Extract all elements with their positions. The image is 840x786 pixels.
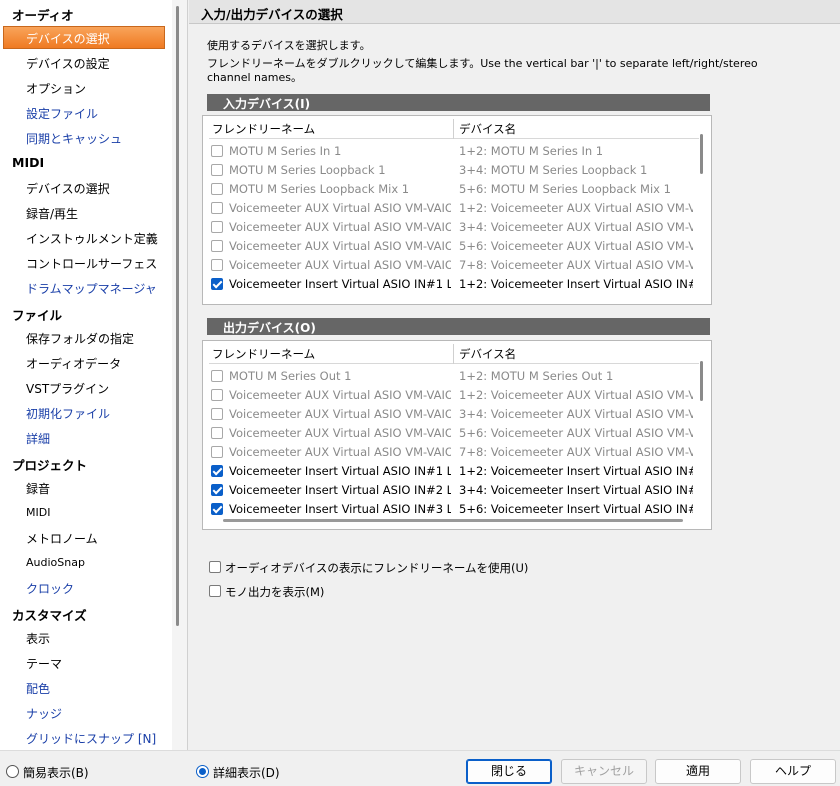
device-checkbox[interactable] xyxy=(211,465,223,477)
simple-view-radio[interactable] xyxy=(6,765,19,778)
device-checkbox[interactable] xyxy=(211,183,223,195)
output-device-row[interactable]: Voicemeeter AUX Virtual ASIO VM-VAIO 5 5+… xyxy=(209,424,693,443)
sidebar-category-project[interactable]: プロジェクト xyxy=(12,455,87,474)
output-device-row[interactable]: MOTU M Series Out 1 1+2: MOTU M Series Ou… xyxy=(209,367,689,386)
description-line-3: channel names。 xyxy=(207,71,302,84)
output-list-vscrollbar[interactable] xyxy=(700,361,703,401)
sidebar-item-snap-to-grid[interactable]: グリッドにスナップ [N] xyxy=(26,730,156,747)
output-device-row[interactable]: Voicemeeter AUX Virtual ASIO VM-VAIO 7 7+… xyxy=(209,443,693,462)
output-device-row[interactable]: Voicemeeter AUX Virtual ASIO VM-VAIO 3 3+… xyxy=(209,405,693,424)
sidebar-item-metronome[interactable]: メトロノーム xyxy=(26,530,98,547)
device-checkbox[interactable] xyxy=(211,259,223,271)
use-friendly-names-label[interactable]: オーディオデバイスの表示にフレンドリーネームを使用(U) xyxy=(225,560,528,576)
output-list-hscrollbar[interactable] xyxy=(223,519,683,522)
close-button[interactable]: 閉じる xyxy=(466,759,552,784)
output-device-row[interactable]: Voicemeeter Insert Virtual ASIO IN#1 Lef… xyxy=(209,462,693,481)
sidebar-item-nudge[interactable]: ナッジ xyxy=(26,705,62,722)
output-devices-header: 出力デバイス(O) xyxy=(207,318,710,335)
device-checkbox[interactable] xyxy=(211,145,223,157)
input-device-row[interactable]: Voicemeeter AUX Virtual ASIO VM-VAIO 3 3+… xyxy=(209,218,693,237)
input-list-header: フレンドリーネーム デバイス名 xyxy=(209,119,699,139)
input-device-row[interactable]: MOTU M Series Loopback 1 3+4: MOTU M Seri… xyxy=(209,161,689,180)
apply-button[interactable]: 適用 xyxy=(655,759,741,784)
input-col-friendly-name[interactable]: フレンドリーネーム xyxy=(212,121,315,137)
main-panel: 入力/出力デバイスの選択 使用するデバイスを選択します。 フレンドリーネームをダ… xyxy=(189,0,840,750)
output-device-row[interactable]: Voicemeeter Insert Virtual ASIO IN#2 Lef… xyxy=(209,481,693,500)
input-device-row[interactable]: MOTU M Series In 1 1+2: MOTU M Series In … xyxy=(209,142,689,161)
sidebar-item-record[interactable]: 録音 xyxy=(26,480,50,497)
show-mono-outputs-checkbox[interactable] xyxy=(209,585,221,597)
device-checkbox[interactable] xyxy=(211,164,223,176)
sidebar-category-midi[interactable]: MIDI xyxy=(12,155,44,170)
use-friendly-names-checkbox[interactable] xyxy=(209,561,221,573)
sidebar-item-midi-record-playback[interactable]: 録音/再生 xyxy=(26,205,78,222)
device-checkbox[interactable] xyxy=(211,427,223,439)
sidebar-item-folder-locations[interactable]: 保存フォルダの指定 xyxy=(26,330,134,347)
sidebar-item-audio-devices[interactable]: デバイスの選択 xyxy=(26,30,110,47)
show-mono-outputs-label[interactable]: モノ出力を表示(M) xyxy=(225,584,324,600)
input-col-device-name[interactable]: デバイス名 xyxy=(459,121,516,137)
output-col-device-name[interactable]: デバイス名 xyxy=(459,346,516,362)
simple-view-label[interactable]: 簡易表示(B) xyxy=(23,764,89,781)
sidebar-category-customize[interactable]: カスタマイズ xyxy=(12,605,87,624)
sidebar-item-control-surfaces[interactable]: コントロールサーフェス xyxy=(26,255,157,272)
input-devices-header: 入力デバイス(I) xyxy=(207,94,710,111)
device-checkbox[interactable] xyxy=(211,503,223,515)
column-divider[interactable] xyxy=(453,344,454,364)
column-divider[interactable] xyxy=(453,119,454,139)
output-device-row[interactable]: Voicemeeter Insert Virtual ASIO IN#3 Lef… xyxy=(209,500,693,519)
description-line-1: 使用するデバイスを選択します。 xyxy=(207,39,371,52)
sidebar-scroll-track[interactable] xyxy=(172,0,187,750)
device-checkbox[interactable] xyxy=(211,446,223,458)
input-device-list[interactable]: フレンドリーネーム デバイス名 MOTU M Series In 1 1+2: M… xyxy=(202,115,712,305)
sidebar-item-midi-devices[interactable]: デバイスの選択 xyxy=(26,180,110,197)
help-button[interactable]: ヘルプ xyxy=(750,759,836,784)
sidebar-item-advanced[interactable]: 詳細 xyxy=(26,430,50,447)
sidebar-item-audio-settings[interactable]: デバイスの設定 xyxy=(26,55,110,72)
output-device-list[interactable]: フレンドリーネーム デバイス名 MOTU M Series Out 1 1+2: … xyxy=(202,340,712,530)
input-device-row[interactable]: MOTU M Series Loopback Mix 1 5+6: MOTU M … xyxy=(209,180,689,199)
sidebar-item-config-file[interactable]: 設定ファイル xyxy=(26,105,98,122)
sidebar-item-vst-plugins[interactable]: VSTプラグイン xyxy=(26,380,109,397)
sidebar-item-theme[interactable]: テーマ xyxy=(26,655,62,672)
sidebar-item-audio-options[interactable]: オプション xyxy=(26,80,86,97)
sidebar-item-audio-data[interactable]: オーディオデータ xyxy=(26,355,121,372)
sidebar-category-audio[interactable]: オーディオ xyxy=(12,5,74,24)
detail-view-radio[interactable] xyxy=(196,765,209,778)
device-checkbox[interactable] xyxy=(211,484,223,496)
output-list-header: フレンドリーネーム デバイス名 xyxy=(209,344,699,364)
detail-view-label[interactable]: 詳細表示(D) xyxy=(213,764,280,781)
sidebar-item-drum-map-manager[interactable]: ドラムマップマネージャ xyxy=(26,280,157,297)
preferences-sidebar: オーディオ デバイスの選択 デバイスの設定 オプション 設定ファイル 同期とキャ… xyxy=(0,0,188,750)
input-list-vscrollbar[interactable] xyxy=(700,134,703,174)
sidebar-item-instrument-definitions[interactable]: インストゥルメント定義 xyxy=(26,230,158,247)
sidebar-category-file[interactable]: ファイル xyxy=(12,305,62,324)
device-checkbox[interactable] xyxy=(211,240,223,252)
cancel-button[interactable]: キャンセル xyxy=(561,759,647,784)
input-device-row[interactable]: Voicemeeter AUX Virtual ASIO VM-VAIO 5 5+… xyxy=(209,237,693,256)
sidebar-item-initialization-file[interactable]: 初期化ファイル xyxy=(26,405,110,422)
page-title: 入力/出力デバイスの選択 xyxy=(189,0,840,24)
input-device-row[interactable]: Voicemeeter AUX Virtual ASIO VM-VAIO 1 1+… xyxy=(209,199,693,218)
sidebar-item-audiosnap[interactable]: AudioSnap xyxy=(26,556,85,569)
device-checkbox[interactable] xyxy=(211,202,223,214)
sidebar-item-project-midi[interactable]: MIDI xyxy=(26,506,50,519)
device-checkbox[interactable] xyxy=(211,221,223,233)
input-device-row[interactable]: Voicemeeter Insert Virtual ASIO IN#1 Lef… xyxy=(209,275,693,294)
sidebar-item-clock[interactable]: クロック xyxy=(26,580,74,597)
output-device-row[interactable]: Voicemeeter AUX Virtual ASIO VM-VAIO 1 1+… xyxy=(209,386,693,405)
device-checkbox[interactable] xyxy=(211,408,223,420)
output-col-friendly-name[interactable]: フレンドリーネーム xyxy=(212,346,315,362)
sidebar-scrollbar[interactable] xyxy=(176,6,179,626)
device-checkbox[interactable] xyxy=(211,389,223,401)
dialog-footer: 簡易表示(B) 詳細表示(D) 閉じる キャンセル 適用 ヘルプ xyxy=(0,750,840,786)
sidebar-item-colors[interactable]: 配色 xyxy=(26,680,50,697)
sidebar-item-display[interactable]: 表示 xyxy=(26,630,50,647)
device-checkbox[interactable] xyxy=(211,370,223,382)
sidebar-item-sync-cache[interactable]: 同期とキャッシュ xyxy=(26,130,122,147)
input-device-row[interactable]: Voicemeeter AUX Virtual ASIO VM-VAIO 7 7+… xyxy=(209,256,693,275)
device-checkbox[interactable] xyxy=(211,278,223,290)
